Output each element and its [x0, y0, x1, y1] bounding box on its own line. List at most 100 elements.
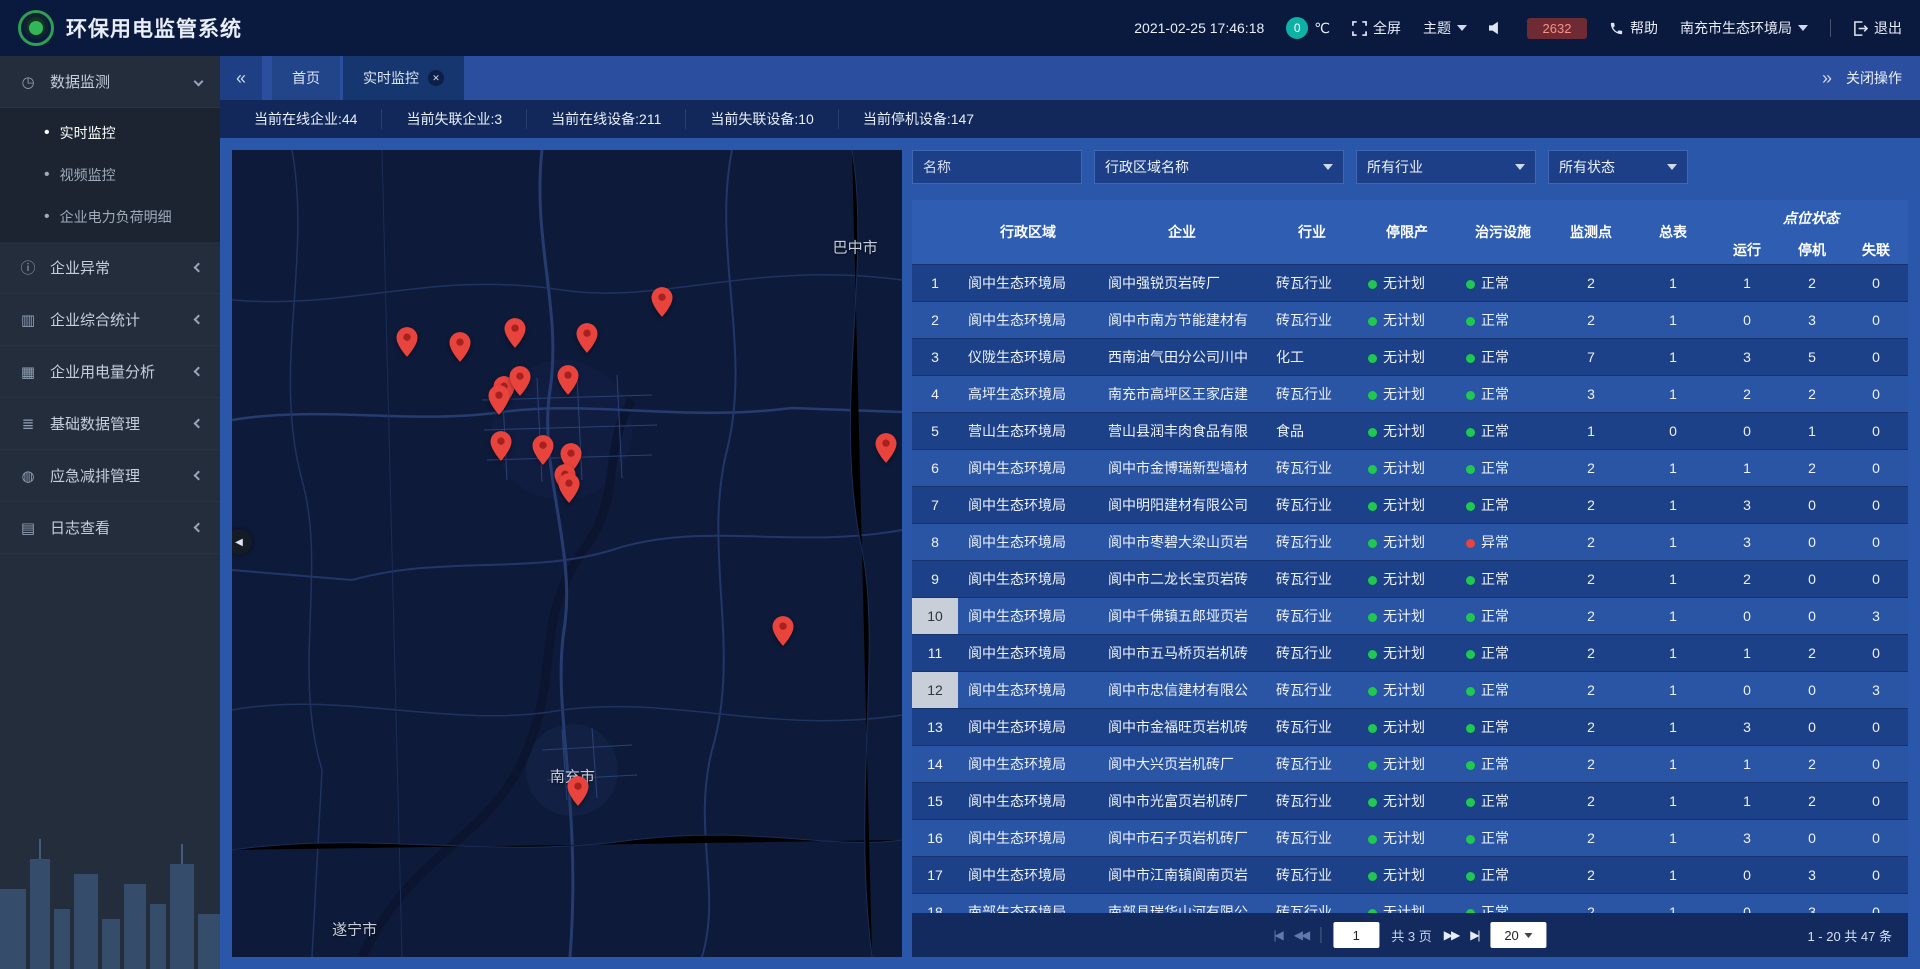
table-row[interactable]: 9阆中生态环境局阆中市二龙长宝页岩砖砖瓦行业无计划正常21200: [912, 560, 1908, 597]
cell-company: 阆中市金博瑞新型墙材: [1098, 449, 1266, 486]
bar-chart-icon: ▦: [18, 363, 38, 381]
logout-button[interactable]: 退出: [1853, 18, 1902, 38]
table-row[interactable]: 12阆中生态环境局阆中市忠信建材有限公砖瓦行业无计划正常21003: [912, 671, 1908, 708]
status-filter-select[interactable]: 所有状态: [1548, 150, 1688, 184]
table-row[interactable]: 8阆中生态环境局阆中市枣碧大梁山页岩砖瓦行业无计划异常21300: [912, 523, 1908, 560]
chevron-left-icon: [194, 471, 204, 481]
table-row[interactable]: 13阆中生态环境局阆中市金福旺页岩机砖砖瓦行业无计划正常21300: [912, 708, 1908, 745]
double-chevron-right-icon[interactable]: »: [1822, 68, 1832, 89]
cell-region: 阆中生态环境局: [958, 782, 1098, 819]
sidebar-item[interactable]: •实时监控: [0, 112, 220, 154]
map-pin-icon[interactable]: [568, 776, 589, 811]
map-panel[interactable]: 巴中市南充市遂宁市 ◀: [232, 150, 902, 957]
alert-count-badge[interactable]: 2632: [1527, 18, 1587, 39]
status-dot-green: [1466, 354, 1475, 363]
map-pin-icon[interactable]: [559, 473, 580, 508]
industry-filter-select[interactable]: 所有行业: [1356, 150, 1536, 184]
table-row[interactable]: 14阆中生态环境局阆中大兴页岩机砖厂砖瓦行业无计划正常21120: [912, 745, 1908, 782]
table-row[interactable]: 3仪陇生态环境局西南油气田分公司川中化工无计划正常71350: [912, 338, 1908, 375]
table-row[interactable]: 16阆中生态环境局阆中市石子页岩机砖厂砖瓦行业无计划正常21300: [912, 819, 1908, 856]
cell-limit-production: 无计划: [1358, 893, 1456, 913]
status-dot-green: [1466, 391, 1475, 400]
cell-meters: 1: [1632, 486, 1714, 523]
cell-stop: 2: [1780, 375, 1844, 412]
row-index: 12: [912, 671, 958, 708]
name-filter-input[interactable]: [912, 150, 1082, 184]
cell-region: 阆中生态环境局: [958, 301, 1098, 338]
map-pin-icon[interactable]: [557, 365, 578, 400]
table-row[interactable]: 11阆中生态环境局阆中市五马桥页岩机砖砖瓦行业无计划正常21120: [912, 634, 1908, 671]
cell-points: 2: [1550, 560, 1632, 597]
status-dot-green: [1466, 317, 1475, 326]
table-row[interactable]: 7阆中生态环境局阆中明阳建材有限公司砖瓦行业无计划正常21300: [912, 486, 1908, 523]
table-row[interactable]: 5营山生态环境局营山县润丰肉食品有限食品无计划正常10010: [912, 412, 1908, 449]
close-icon[interactable]: ✕: [428, 70, 444, 86]
sidebar-item[interactable]: •视频监控: [0, 154, 220, 196]
tab-scroll-left-button[interactable]: «: [220, 56, 262, 100]
theme-dropdown[interactable]: 主题: [1423, 18, 1467, 38]
status-dot-green: [1368, 872, 1377, 881]
cell-region: 阆中生态环境局: [958, 671, 1098, 708]
table-row[interactable]: 17阆中生态环境局阆中市江南镇阆南页岩砖瓦行业无计划正常21030: [912, 856, 1908, 893]
table-row[interactable]: 15阆中生态环境局阆中市光富页岩机砖厂砖瓦行业无计划正常21120: [912, 782, 1908, 819]
page-number-input[interactable]: [1333, 922, 1379, 948]
table-row[interactable]: 4高坪生态环境局南充市高坪区王家店建砖瓦行业无计划正常31220: [912, 375, 1908, 412]
sidebar-item[interactable]: •企业电力负荷明细: [0, 196, 220, 238]
tab-home[interactable]: 首页: [272, 56, 340, 100]
cell-points: 2: [1550, 597, 1632, 634]
cell-pollution-facility: 正常: [1456, 338, 1550, 375]
cell-meters: 1: [1632, 671, 1714, 708]
sidebar-group-base-data[interactable]: ≣基础数据管理: [0, 398, 220, 450]
map-pin-icon[interactable]: [489, 385, 510, 420]
fullscreen-button[interactable]: 全屏: [1352, 18, 1401, 38]
table-row[interactable]: 18南部生态环境局南部县瑞华山河有限公砖瓦行业无计划正常21030: [912, 893, 1908, 913]
cell-industry: 砖瓦行业: [1266, 745, 1358, 782]
status-dot-green: [1368, 687, 1377, 696]
cell-run: 3: [1714, 486, 1780, 523]
first-page-button[interactable]: |◀: [1273, 928, 1281, 942]
sidebar-group-emergency-reduction[interactable]: ◍应急减排管理: [0, 450, 220, 502]
map-pin-icon[interactable]: [532, 435, 553, 470]
industry-filter-value: 所有行业: [1367, 157, 1423, 177]
help-button[interactable]: 帮助: [1609, 18, 1658, 38]
cell-limit-production: 无计划: [1358, 523, 1456, 560]
sidebar-group-log-view[interactable]: ▤日志查看: [0, 502, 220, 554]
table-row[interactable]: 6阆中生态环境局阆中市金博瑞新型墙材砖瓦行业无计划正常21120: [912, 449, 1908, 486]
prev-page-button[interactable]: ◀◀: [1294, 928, 1308, 942]
tab-realtime[interactable]: 实时监控✕: [343, 56, 464, 100]
stat-item: 当前在线设备: 211: [527, 109, 686, 129]
page-size-select[interactable]: 20: [1491, 922, 1547, 948]
map-pin-icon[interactable]: [577, 323, 598, 358]
sidebar-group-enterprise-abnormal[interactable]: ⓘ企业异常: [0, 242, 220, 294]
map-pin-icon[interactable]: [875, 433, 896, 468]
status-dot-green: [1466, 613, 1475, 622]
cell-lost: 0: [1844, 745, 1908, 782]
cell-stop: 3: [1780, 301, 1844, 338]
tab-list: 首页实时监控✕: [272, 56, 464, 100]
sidebar-group-enterprise-statistics[interactable]: ▥企业综合统计: [0, 294, 220, 346]
sidebar-group-power-analysis[interactable]: ▦企业用电量分析: [0, 346, 220, 398]
map-pin-icon[interactable]: [396, 327, 417, 362]
map-pin-icon[interactable]: [510, 366, 531, 401]
sidebar-group-data-monitoring[interactable]: ◷数据监测: [0, 56, 220, 108]
map-pin-icon[interactable]: [652, 287, 673, 322]
cell-points: 2: [1550, 486, 1632, 523]
table-row[interactable]: 2阆中生态环境局阆中市南方节能建材有砖瓦行业无计划正常21030: [912, 301, 1908, 338]
map-pin-icon[interactable]: [491, 431, 512, 466]
org-dropdown[interactable]: 南充市生态环境局: [1680, 18, 1808, 38]
region-filter-select[interactable]: 行政区域名称: [1094, 150, 1344, 184]
stat-label: 当前失联企业:: [406, 109, 494, 129]
table-row[interactable]: 1阆中生态环境局阆中强锐页岩砖厂砖瓦行业无计划正常21120: [912, 264, 1908, 301]
stat-label: 当前停机设备:: [863, 109, 951, 129]
last-page-button[interactable]: ▶|: [1470, 928, 1478, 942]
table-row[interactable]: 10阆中生态环境局阆中千佛镇五郎垭页岩砖瓦行业无计划正常21003: [912, 597, 1908, 634]
map-pin-icon[interactable]: [773, 616, 794, 651]
status-dot-green: [1466, 576, 1475, 585]
speaker-icon[interactable]: [1489, 21, 1505, 35]
cell-company: 阆中市江南镇阆南页岩: [1098, 856, 1266, 893]
row-index: 17: [912, 856, 958, 893]
map-pin-icon[interactable]: [504, 318, 525, 353]
close-operations-button[interactable]: 关闭操作: [1846, 68, 1902, 88]
map-pin-icon[interactable]: [449, 332, 470, 367]
next-page-button[interactable]: ▶▶: [1444, 928, 1458, 942]
